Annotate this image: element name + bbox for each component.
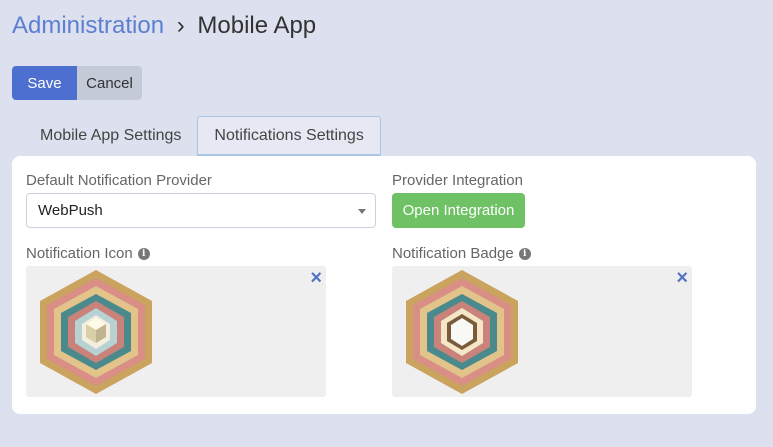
- notification-icon-label: Notification Icon i: [26, 245, 150, 262]
- provider-label-text: Default Notification Provider: [26, 172, 212, 189]
- tab-notifications-settings[interactable]: Notifications Settings: [197, 116, 381, 156]
- notification-badge-image: [406, 270, 518, 394]
- notification-provider-value: WebPush: [38, 202, 103, 219]
- breadcrumb: Administration › Mobile App: [12, 12, 316, 40]
- notification-badge-label: Notification Badge i: [392, 245, 531, 262]
- notification-icon-image: [40, 270, 152, 394]
- notification-icon-label-text: Notification Icon: [26, 245, 133, 262]
- open-integration-button[interactable]: Open Integration: [392, 193, 525, 228]
- info-icon[interactable]: i: [518, 247, 531, 260]
- chevron-down-icon: [358, 209, 366, 214]
- info-icon[interactable]: i: [137, 247, 150, 260]
- integration-label-text: Provider Integration: [392, 172, 523, 189]
- save-button[interactable]: Save: [12, 66, 77, 100]
- cancel-button[interactable]: Cancel: [77, 66, 142, 100]
- notification-badge-dropzone[interactable]: ×: [392, 266, 692, 397]
- breadcrumb-separator: ›: [176, 12, 185, 39]
- breadcrumb-administration-link[interactable]: Administration: [12, 12, 164, 39]
- notification-badge-label-text: Notification Badge: [392, 245, 514, 262]
- integration-label: Provider Integration: [392, 172, 523, 189]
- notifications-settings-panel: Default Notification Provider WebPush Pr…: [12, 156, 756, 414]
- provider-label: Default Notification Provider: [26, 172, 212, 189]
- notification-icon-dropzone[interactable]: ×: [26, 266, 326, 397]
- tab-mobile-app-settings[interactable]: Mobile App Settings: [24, 116, 197, 156]
- settings-tabs: Mobile App Settings Notifications Settin…: [24, 116, 381, 156]
- notification-provider-select[interactable]: WebPush: [26, 193, 376, 228]
- remove-icon[interactable]: ×: [310, 268, 322, 288]
- action-button-group: Save Cancel: [12, 66, 142, 100]
- page-title: Mobile App: [197, 12, 317, 39]
- remove-badge-icon[interactable]: ×: [676, 268, 688, 288]
